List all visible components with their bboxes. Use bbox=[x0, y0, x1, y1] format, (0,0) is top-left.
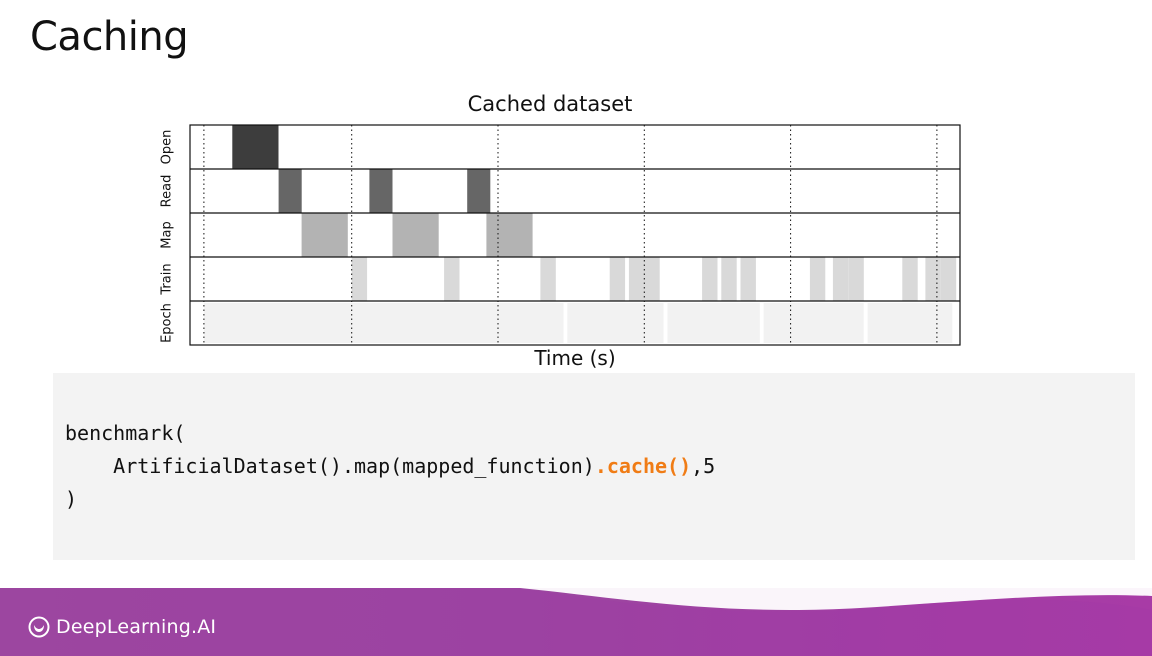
footer-bar: DeepLearning.AI bbox=[0, 588, 1152, 656]
brand-logo: DeepLearning.AI bbox=[28, 616, 216, 638]
code-block: benchmark( ArtificialDataset().map(mappe… bbox=[53, 373, 1135, 560]
bar-read-2 bbox=[467, 169, 491, 213]
bar-train-10 bbox=[848, 257, 864, 301]
bar-read-1 bbox=[369, 169, 393, 213]
bar-map-0 bbox=[301, 213, 348, 257]
row-label-train: Train bbox=[160, 263, 175, 295]
code-line-1: benchmark( bbox=[65, 421, 186, 445]
bar-train-1 bbox=[444, 257, 460, 301]
row-label-map: Map bbox=[160, 221, 175, 248]
bar-epoch-1 bbox=[567, 303, 664, 343]
code-line-3: ) bbox=[65, 487, 78, 511]
timeline-chart: Open Read Map Train Epoch bbox=[140, 120, 970, 350]
code-line-2-suffix: ,5 bbox=[691, 454, 716, 478]
brand-name: DeepLearning.AI bbox=[56, 616, 217, 638]
bar-train-6 bbox=[721, 257, 737, 301]
bar-open-0 bbox=[232, 125, 279, 169]
code-line-2-prefix: ArtificialDataset().map(mapped_function) bbox=[65, 454, 595, 478]
bar-epoch-4 bbox=[867, 303, 953, 343]
row-label-read: Read bbox=[160, 175, 175, 208]
bar-train-12 bbox=[925, 257, 941, 301]
bar-train-11 bbox=[902, 257, 918, 301]
bar-map-1 bbox=[392, 213, 439, 257]
bar-train-7 bbox=[740, 257, 756, 301]
chart-title-text: Cached dataset bbox=[467, 92, 633, 116]
x-axis-label: Time (s) bbox=[534, 346, 616, 370]
bar-train-13 bbox=[940, 257, 957, 301]
code-line-2: ArtificialDataset().map(mapped_function)… bbox=[65, 454, 715, 478]
bar-train-0 bbox=[351, 257, 368, 301]
bar-epoch-3 bbox=[763, 303, 864, 343]
deeplearning-logo-icon bbox=[28, 616, 50, 638]
bar-map-2 bbox=[486, 213, 533, 257]
row-label-epoch: Epoch bbox=[160, 303, 175, 343]
bar-read-0 bbox=[278, 169, 302, 213]
code-line-2-highlight: .cache() bbox=[594, 454, 692, 478]
bar-epoch-2 bbox=[667, 303, 760, 343]
slide-title: Caching bbox=[30, 14, 189, 60]
bar-train-8 bbox=[809, 257, 826, 301]
bar-train-3 bbox=[609, 257, 626, 301]
bar-epoch-0 bbox=[203, 303, 564, 343]
bar-train-9 bbox=[832, 257, 849, 301]
timeline-svg: Open Read Map Train Epoch bbox=[160, 124, 961, 346]
row-label-open: Open bbox=[160, 130, 175, 165]
chart-title: Cached dataset bbox=[0, 92, 1100, 116]
bar-train-5 bbox=[702, 257, 718, 301]
bar-train-2 bbox=[540, 257, 556, 301]
